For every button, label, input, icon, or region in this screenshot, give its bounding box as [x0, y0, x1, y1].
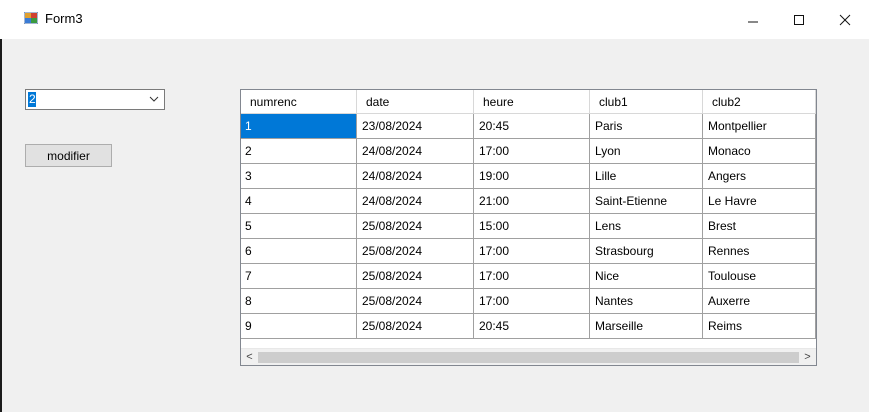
table-cell-heure[interactable]: 17:00 — [474, 264, 590, 289]
table-cell-numrenc[interactable]: 3 — [241, 164, 357, 189]
table-cell-club1[interactable]: Nantes — [590, 289, 703, 314]
modifier-button[interactable]: modifier — [25, 144, 112, 167]
table-cell-club2[interactable]: Brest — [703, 214, 816, 239]
table-cell-club1[interactable]: Paris — [590, 114, 703, 139]
table-cell-numrenc[interactable]: 5 — [241, 214, 357, 239]
table-cell-club2[interactable]: Le Havre — [703, 189, 816, 214]
table-row[interactable]: 1 23/08/2024 20:45 Paris Montpellier — [241, 114, 816, 139]
table-cell-numrenc[interactable]: 4 — [241, 189, 357, 214]
table-cell-heure[interactable]: 17:00 — [474, 139, 590, 164]
table-cell-date[interactable]: 25/08/2024 — [357, 239, 474, 264]
table-cell-heure[interactable]: 20:45 — [474, 114, 590, 139]
table-cell-club2[interactable]: Reims — [703, 314, 816, 339]
table-cell-club1[interactable]: Lyon — [590, 139, 703, 164]
table-cell-club1[interactable]: Strasbourg — [590, 239, 703, 264]
table-cell-date[interactable]: 24/08/2024 — [357, 189, 474, 214]
numrenc-combobox[interactable]: 2 — [25, 89, 165, 110]
minimize-button[interactable] — [730, 0, 776, 39]
table-cell-club2[interactable]: Angers — [703, 164, 816, 189]
table-cell-numrenc[interactable]: 1 — [241, 114, 357, 139]
column-header-numrenc[interactable]: numrenc — [241, 90, 357, 114]
table-row[interactable]: 2 24/08/2024 17:00 Lyon Monaco — [241, 139, 816, 164]
table-cell-heure[interactable]: 19:00 — [474, 164, 590, 189]
grid-body: 1 23/08/2024 20:45 Paris Montpellier 2 24/08/2… — [241, 114, 816, 339]
table-cell-numrenc[interactable]: 9 — [241, 314, 357, 339]
table-cell-heure[interactable]: 15:00 — [474, 214, 590, 239]
chevron-down-icon[interactable] — [149, 93, 159, 105]
column-header-club2[interactable]: club2 — [703, 90, 816, 114]
table-cell-date[interactable]: 25/08/2024 — [357, 264, 474, 289]
table-cell-club1[interactable]: Saint-Etienne — [590, 189, 703, 214]
table-row[interactable]: 6 25/08/2024 17:00 Strasbourg Rennes — [241, 239, 816, 264]
combobox-selected-value: 2 — [28, 92, 36, 107]
table-cell-numrenc[interactable]: 7 — [241, 264, 357, 289]
table-row[interactable]: 5 25/08/2024 15:00 Lens Brest — [241, 214, 816, 239]
close-button[interactable] — [822, 0, 868, 39]
table-cell-club1[interactable]: Marseille — [590, 314, 703, 339]
table-cell-numrenc[interactable]: 2 — [241, 139, 357, 164]
table-cell-heure[interactable]: 17:00 — [474, 239, 590, 264]
title-bar: Form3 — [0, 0, 869, 39]
column-header-club1[interactable]: club1 — [590, 90, 703, 114]
column-header-date[interactable]: date — [357, 90, 474, 114]
table-cell-date[interactable]: 25/08/2024 — [357, 214, 474, 239]
minimize-icon — [748, 21, 758, 22]
table-cell-club2[interactable]: Rennes — [703, 239, 816, 264]
window-left-edge — [0, 39, 2, 412]
table-cell-date[interactable]: 24/08/2024 — [357, 164, 474, 189]
table-cell-date[interactable]: 25/08/2024 — [357, 289, 474, 314]
scroll-right-arrow[interactable]: > — [799, 349, 816, 365]
table-row[interactable]: 7 25/08/2024 17:00 Nice Toulouse — [241, 264, 816, 289]
table-cell-club2[interactable]: Montpellier — [703, 114, 816, 139]
table-row[interactable]: 9 25/08/2024 20:45 Marseille Reims — [241, 314, 816, 339]
table-cell-club1[interactable]: Nice — [590, 264, 703, 289]
table-row[interactable]: 8 25/08/2024 17:00 Nantes Auxerre — [241, 289, 816, 314]
maximize-button[interactable] — [776, 0, 822, 39]
table-cell-numrenc[interactable]: 6 — [241, 239, 357, 264]
scroll-thumb[interactable] — [258, 352, 799, 363]
table-row[interactable]: 3 24/08/2024 19:00 Lille Angers — [241, 164, 816, 189]
close-icon — [839, 14, 851, 25]
grid-header-row: numrenc date heure club1 club2 — [241, 90, 816, 114]
table-row[interactable]: 4 24/08/2024 21:00 Saint-Etienne Le Havre — [241, 189, 816, 214]
table-cell-club1[interactable]: Lille — [590, 164, 703, 189]
horizontal-scrollbar[interactable]: < > — [241, 348, 816, 365]
table-cell-date[interactable]: 23/08/2024 — [357, 114, 474, 139]
table-cell-club1[interactable]: Lens — [590, 214, 703, 239]
maximize-icon — [794, 14, 804, 25]
table-cell-heure[interactable]: 17:00 — [474, 289, 590, 314]
table-cell-club2[interactable]: Auxerre — [703, 289, 816, 314]
table-cell-numrenc[interactable]: 8 — [241, 289, 357, 314]
table-cell-heure[interactable]: 21:00 — [474, 189, 590, 214]
table-cell-club2[interactable]: Monaco — [703, 139, 816, 164]
window-title: Form3 — [45, 11, 83, 26]
table-cell-date[interactable]: 25/08/2024 — [357, 314, 474, 339]
scroll-left-arrow[interactable]: < — [241, 349, 258, 365]
table-cell-date[interactable]: 24/08/2024 — [357, 139, 474, 164]
matches-datagrid[interactable]: numrenc date heure club1 club2 1 23/08/2024 20… — [240, 89, 817, 366]
table-cell-heure[interactable]: 20:45 — [474, 314, 590, 339]
app-icon — [24, 12, 38, 24]
table-cell-club2[interactable]: Toulouse — [703, 264, 816, 289]
column-header-heure[interactable]: heure — [474, 90, 590, 114]
